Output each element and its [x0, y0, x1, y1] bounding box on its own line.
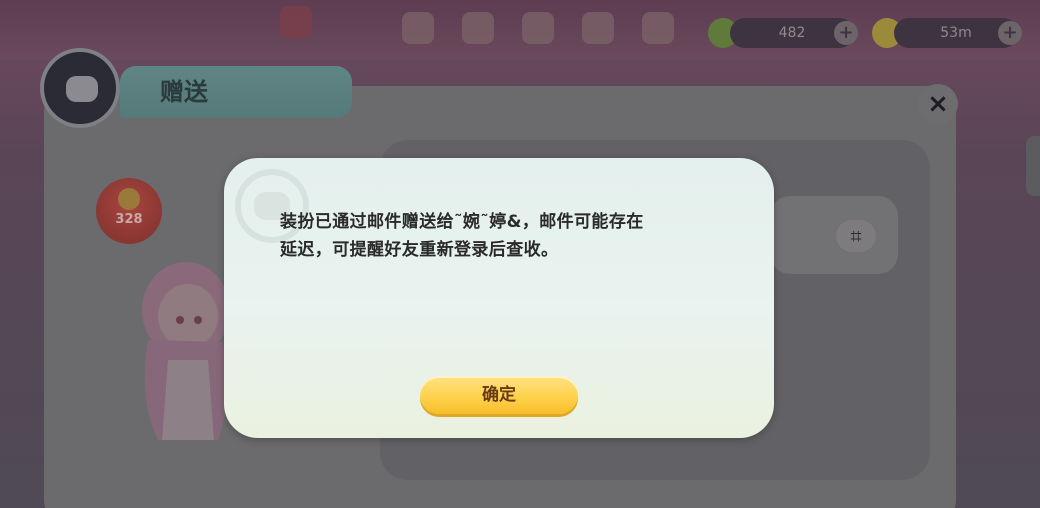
gift-icon[interactable]: ⌗: [836, 220, 876, 252]
price-value: 328: [115, 212, 143, 227]
panel-title-tab: [120, 66, 352, 118]
dialog-message: 装扮已通过邮件赠送给˜婉˜婷&，邮件可能存在 延迟，可提醒好友重新登录后查收。: [280, 212, 644, 260]
character-preview: [142, 262, 230, 440]
reward-icon[interactable]: [642, 12, 674, 44]
close-button[interactable]: ×: [918, 84, 958, 124]
game-screen: 482 + 53m + ⌗ 赠送 × 328 装扮已通过邮件赠送给˜婉˜婷&，邮…: [0, 0, 1040, 508]
side-tab[interactable]: [1026, 136, 1040, 196]
gift-success-dialog: 装扮已通过邮件赠送给˜婉˜婷&，邮件可能存在 延迟，可提醒好友重新登录后查收。 …: [224, 158, 774, 438]
energy-add-button[interactable]: +: [834, 21, 858, 45]
event-icon[interactable]: [280, 6, 312, 38]
coin-add-button[interactable]: +: [998, 21, 1022, 45]
coin-icon: [118, 188, 140, 210]
shop-icon[interactable]: [582, 12, 614, 44]
mail-icon[interactable]: [522, 12, 554, 44]
avatar-face-icon: [66, 76, 98, 102]
menu-icon[interactable]: [402, 12, 434, 44]
friend-search-box[interactable]: [770, 196, 898, 274]
price-badge: 328: [96, 178, 162, 244]
avatar[interactable]: [40, 48, 120, 128]
top-status-bar: 482 + 53m +: [0, 0, 1040, 60]
panel-title: 赠送: [160, 78, 208, 106]
activity-icon[interactable]: [462, 12, 494, 44]
confirm-button[interactable]: 确定: [420, 376, 578, 414]
